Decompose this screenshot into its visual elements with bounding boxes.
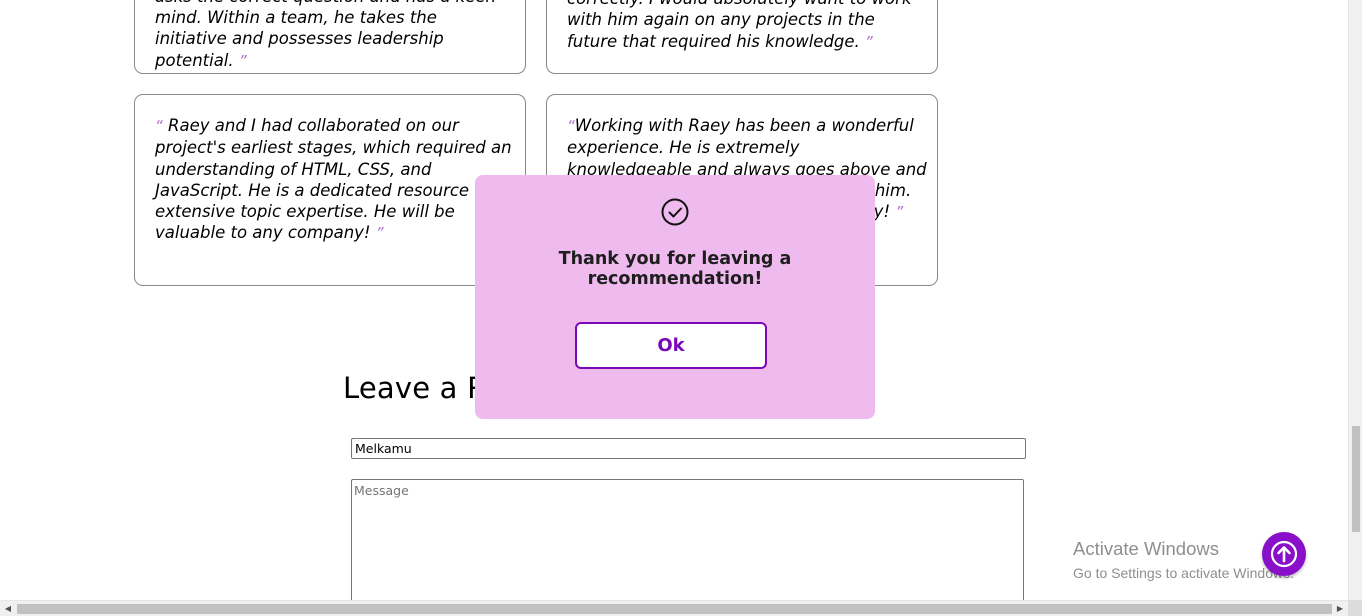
close-quote-mark: ” xyxy=(865,32,873,51)
page: asks the correct question and has a keen… xyxy=(0,0,1362,616)
activation-watermark: Activate Windows Go to Settings to activ… xyxy=(1073,538,1294,583)
scroll-left-icon[interactable]: ◀ xyxy=(2,604,14,614)
horizontal-scrollbar-thumb[interactable] xyxy=(17,604,1332,614)
open-quote-mark: “ xyxy=(155,117,163,135)
back-to-top-button[interactable] xyxy=(1262,532,1306,576)
close-quote-mark: ” xyxy=(895,203,904,222)
ok-button[interactable]: Ok xyxy=(575,322,767,369)
confirmation-modal: Thank you for leaving a recommendation! … xyxy=(475,175,875,419)
testimonial-text: Raey and I had collaborated on our proje… xyxy=(155,116,512,243)
close-quote-mark: ” xyxy=(375,224,384,243)
check-circle-icon xyxy=(661,198,689,226)
scroll-right-icon[interactable]: ▶ xyxy=(1334,604,1346,614)
vertical-scrollbar-thumb[interactable] xyxy=(1352,426,1360,532)
testimonial-text: correctly. I would absolutely want to wo… xyxy=(567,0,912,51)
testimonial-card: correctly. I would absolutely want to wo… xyxy=(546,0,938,74)
modal-message: Thank you for leaving a recommendation! xyxy=(558,249,792,289)
testimonial-text: asks the correct question and has a keen… xyxy=(155,0,496,70)
horizontal-scrollbar[interactable]: ◀ ▶ xyxy=(0,600,1348,616)
close-quote-mark: ” xyxy=(238,51,247,70)
vertical-scrollbar[interactable] xyxy=(1348,0,1362,600)
testimonial-card: asks the correct question and has a keen… xyxy=(134,0,526,74)
open-quote-mark: “ xyxy=(567,117,575,135)
testimonial-card: “ Raey and I had collaborated on our pro… xyxy=(134,94,526,286)
watermark-subtitle: Go to Settings to activate Windows. xyxy=(1073,565,1294,581)
name-input[interactable] xyxy=(351,438,1026,459)
scrollbar-corner xyxy=(1348,600,1362,616)
watermark-title: Activate Windows xyxy=(1073,538,1219,559)
message-textarea[interactable] xyxy=(351,479,1024,609)
arrow-up-icon xyxy=(1270,540,1298,568)
